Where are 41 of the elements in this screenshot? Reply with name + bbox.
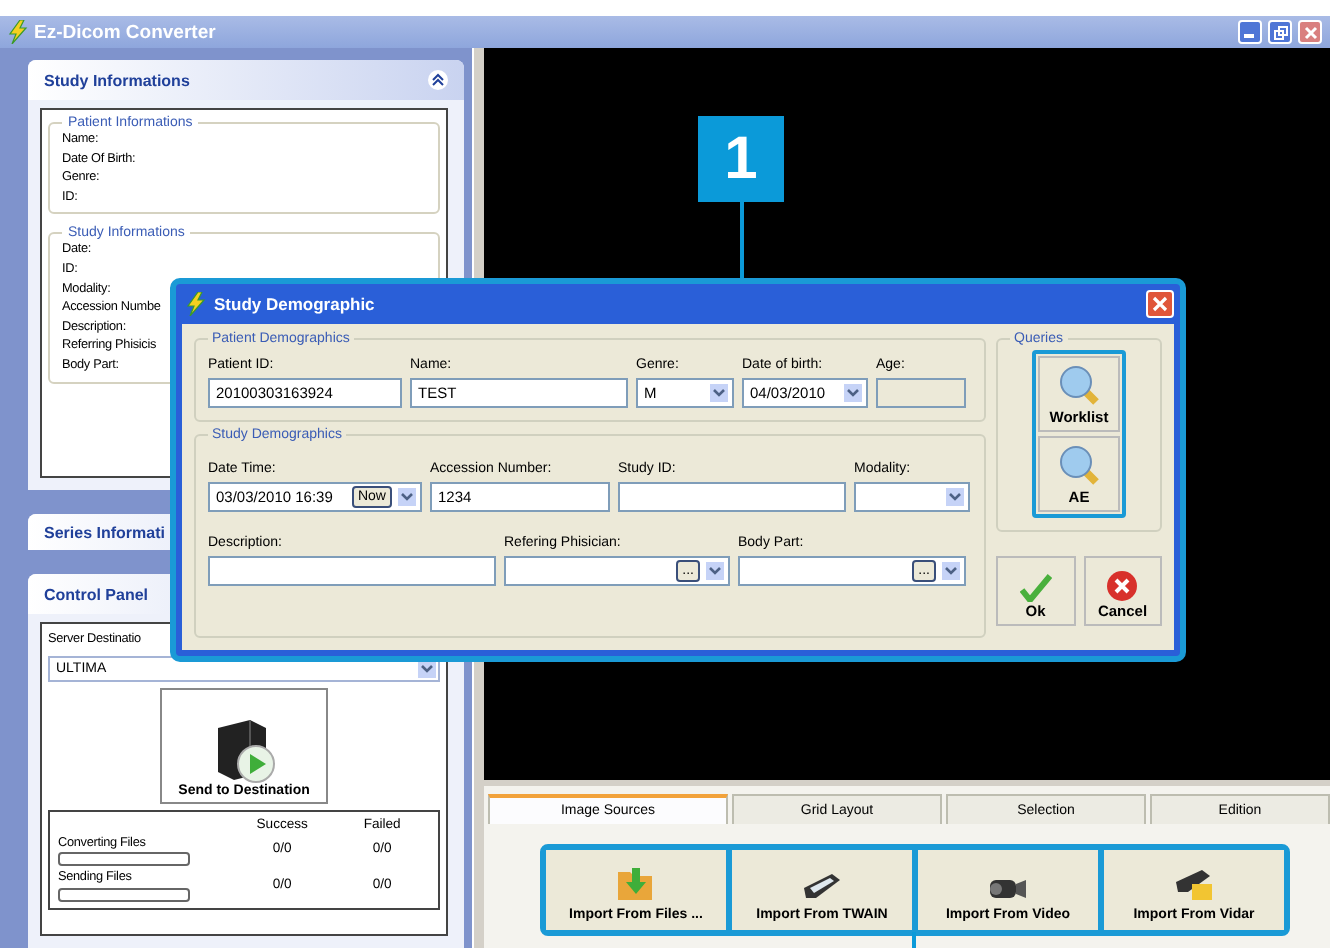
leader-line bbox=[740, 200, 744, 278]
caret-icon bbox=[948, 492, 962, 502]
collapse-icon[interactable] bbox=[428, 70, 449, 90]
caret-icon bbox=[944, 566, 958, 576]
minimize-button[interactable] bbox=[1238, 20, 1262, 44]
scanner-icon bbox=[800, 870, 844, 902]
dropdown-button[interactable] bbox=[708, 382, 730, 404]
dropdown-button[interactable] bbox=[842, 382, 864, 404]
magnifier-icon bbox=[1057, 364, 1101, 408]
dropdown-field[interactable] bbox=[854, 482, 970, 512]
panel-title: Control Panel bbox=[44, 585, 151, 603]
caret-icon bbox=[708, 566, 722, 576]
dropdown-button[interactable] bbox=[940, 560, 962, 582]
restore-button[interactable] bbox=[1268, 20, 1292, 44]
lightning-icon bbox=[8, 20, 28, 44]
caret-icon bbox=[846, 388, 860, 398]
close-button[interactable] bbox=[1298, 20, 1322, 44]
panel-title: Series Informati bbox=[44, 523, 167, 541]
dialog-title: Study Demographic bbox=[214, 294, 377, 314]
checkmark-icon bbox=[1019, 574, 1052, 602]
caret-icon bbox=[712, 388, 726, 398]
input-field[interactable] bbox=[618, 482, 846, 512]
folder-download-icon bbox=[616, 866, 656, 902]
dropdown-button[interactable] bbox=[396, 486, 418, 508]
close-button[interactable] bbox=[1146, 290, 1174, 318]
dropdown-button[interactable] bbox=[944, 486, 966, 508]
input-field[interactable] bbox=[208, 556, 496, 586]
close-icon bbox=[1303, 25, 1317, 39]
caret-icon bbox=[420, 663, 435, 674]
restore-icon bbox=[1273, 25, 1287, 39]
scanner-folder-icon bbox=[1172, 866, 1216, 902]
callout-number: 1 bbox=[698, 116, 784, 202]
camcorder-icon bbox=[986, 874, 1030, 902]
panel-title: Study Informations bbox=[44, 71, 192, 89]
cancel-icon bbox=[1106, 570, 1139, 602]
lightning-icon bbox=[186, 292, 206, 316]
caret-icon bbox=[400, 492, 414, 502]
magnifier-icon bbox=[1057, 444, 1101, 488]
close-icon bbox=[1152, 296, 1168, 312]
dropdown-button[interactable] bbox=[704, 560, 726, 582]
window-title: Ez-Dicom Converter bbox=[34, 21, 218, 43]
